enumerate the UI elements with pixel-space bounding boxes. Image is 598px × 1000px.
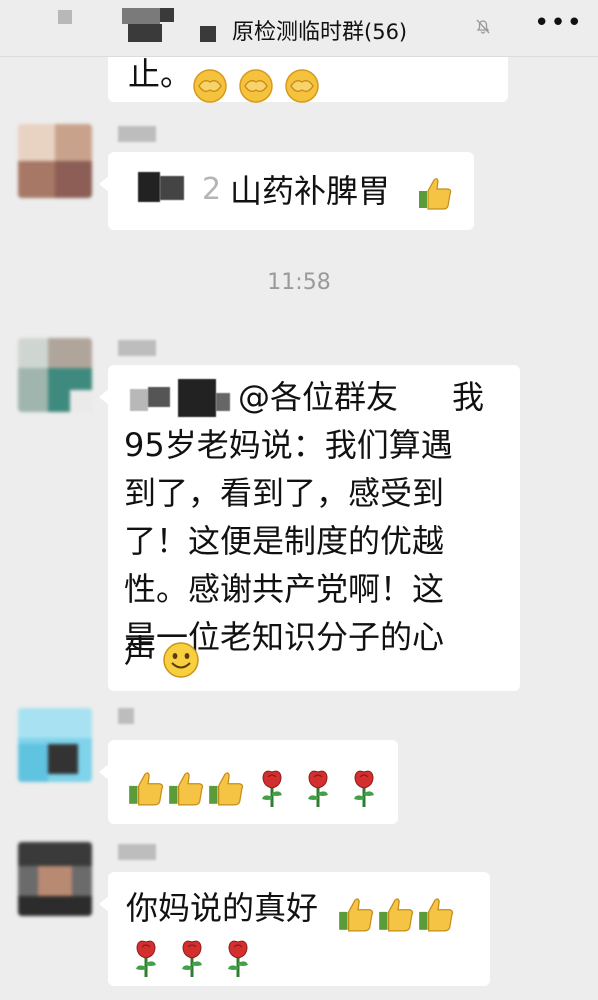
member-count: (56) <box>364 20 408 44</box>
message-line: 声 <box>124 632 157 670</box>
redacted-text <box>130 389 148 411</box>
message-text: 山药补脾胃 <box>230 172 391 210</box>
emoji-row <box>336 888 456 936</box>
avatar[interactable] <box>18 708 92 782</box>
message-bubble[interactable]: @各位群友 我 95岁老妈说：我们算遇 到了，看到了，感受到 了！这便是制度的优… <box>99 365 520 691</box>
facepalm-emoji-icon <box>239 69 273 103</box>
facepalm-emoji-icon <box>193 69 227 103</box>
thumbs-up-emoji-icon <box>379 898 414 932</box>
redacted-text <box>216 393 230 411</box>
thumbs-up-emoji-icon <box>169 772 204 806</box>
sender-name <box>118 708 134 724</box>
message-bubble[interactable]: 2 山药补脾胃 <box>99 152 474 230</box>
rose-emoji-icon <box>136 940 156 977</box>
avatar[interactable] <box>18 338 92 412</box>
redacted-text <box>160 176 184 200</box>
sender-name <box>118 340 156 356</box>
thumbs-up-emoji-icon <box>339 898 374 932</box>
redacted-text <box>148 387 170 407</box>
avatar[interactable] <box>18 124 92 198</box>
rose-emoji-icon <box>308 770 328 807</box>
message-bubble[interactable]: 止。 <box>108 55 508 103</box>
thumbs-up-emoji-icon <box>129 772 164 806</box>
rose-emoji-icon <box>182 940 202 977</box>
message-line: 95岁老妈说：我们算遇 <box>124 426 453 464</box>
message-bubble[interactable]: 你妈说的真好 <box>99 872 490 986</box>
message-bubble[interactable] <box>99 740 398 824</box>
message-line: 我 <box>452 378 485 416</box>
rose-emoji-icon <box>228 940 248 977</box>
rose-emoji-icon <box>262 770 282 807</box>
message-line: 到了，看到了，感受到 <box>124 474 445 512</box>
smile-emoji-icon <box>163 642 199 678</box>
avatar[interactable] <box>18 842 92 916</box>
redacted-text <box>178 379 216 417</box>
message-line: 性。感谢共产党啊！这 <box>124 570 445 608</box>
thumbs-up-emoji-icon <box>419 178 452 210</box>
group-name: 原检测临时群 <box>232 20 365 45</box>
chat-header: 原检测临时群(56) ••• <box>0 0 598 57</box>
message-text: 止。 <box>128 55 193 93</box>
timestamp: 11:58 <box>267 270 331 295</box>
more-options-button[interactable]: ••• <box>534 8 582 44</box>
thumbs-up-emoji-icon <box>209 772 244 806</box>
chat-title: 原检测临时群(56) <box>232 14 407 46</box>
mention-text: @各位群友 <box>238 378 399 416</box>
emoji-row <box>126 762 384 810</box>
sender-name <box>118 126 156 142</box>
back-button[interactable] <box>0 0 230 56</box>
facepalm-emoji-icon <box>285 69 320 103</box>
thumbs-up-emoji-icon <box>419 898 454 932</box>
message-text: 你妈说的真好 <box>126 889 319 927</box>
message-prefix: 2 <box>202 172 222 207</box>
rose-emoji-icon <box>354 770 374 807</box>
mute-bell-icon <box>476 19 490 34</box>
emoji-row <box>126 932 258 980</box>
message-line: 了！这便是制度的优越 <box>124 522 445 560</box>
sender-name <box>118 844 156 860</box>
redacted-text <box>138 172 160 202</box>
